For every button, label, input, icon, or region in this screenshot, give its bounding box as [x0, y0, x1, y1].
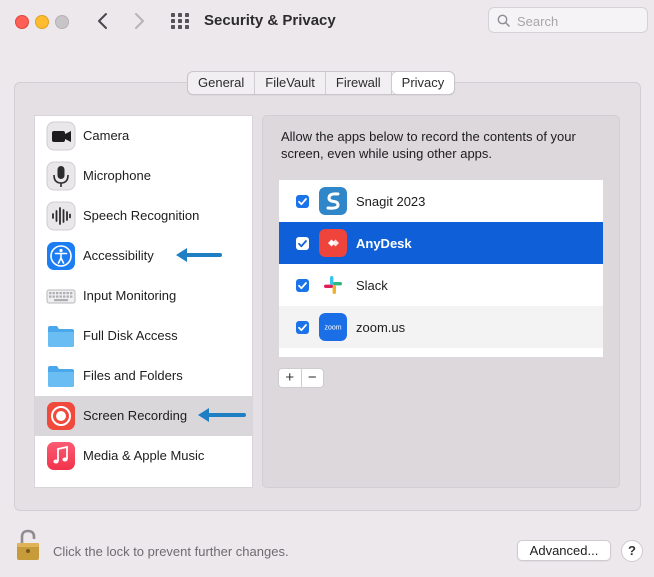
screen-recording-description: Allow the apps below to record the conte… — [281, 129, 576, 161]
sidebar-item-label: Screen Recording — [83, 408, 188, 423]
tab-privacy[interactable]: Privacy — [391, 72, 455, 94]
app-permission-list[interactable]: Snagit 2023 AnyDesk Slack zoom zoom.us — [279, 180, 603, 357]
sidebar-item-microphone[interactable]: Microphone — [35, 156, 252, 196]
accessibility-icon — [47, 242, 75, 270]
sidebar-item-label: Full Disk Access — [83, 328, 178, 343]
keyboard-icon — [46, 289, 76, 304]
tab-firewall[interactable]: Firewall — [326, 72, 392, 94]
checkmark-icon — [298, 324, 307, 332]
sidebar-item-files-and-folders[interactable]: Files and Folders — [35, 356, 252, 396]
privacy-category-list[interactable]: Camera Microphone Speech Recognition Acc… — [34, 115, 253, 488]
advanced-button[interactable]: Advanced... — [517, 540, 611, 561]
sidebar-item-camera[interactable]: Camera — [35, 116, 252, 156]
annotation-arrow-screen-recording — [198, 408, 246, 422]
folder-icon — [48, 366, 74, 387]
search-icon — [497, 14, 510, 27]
speech-recognition-icon — [46, 201, 76, 231]
add-remove-control: + − — [278, 368, 324, 388]
tab-general[interactable]: General — [188, 72, 256, 94]
snagit-icon — [319, 187, 347, 215]
app-name: Snagit 2023 — [356, 194, 426, 209]
back-button[interactable] — [92, 8, 114, 34]
chevron-right-icon — [135, 13, 144, 29]
app-checkbox[interactable] — [296, 321, 309, 334]
checkmark-icon — [298, 198, 307, 206]
app-checkbox[interactable] — [296, 237, 309, 250]
sidebar-item-media-apple-music[interactable]: Media & Apple Music — [35, 436, 252, 476]
checkmark-icon — [298, 240, 307, 248]
microphone-icon — [46, 161, 76, 191]
sidebar-item-label: Input Monitoring — [83, 288, 177, 303]
sidebar-item-speech-recognition[interactable]: Speech Recognition — [35, 196, 252, 236]
camera-icon — [46, 121, 76, 151]
chevron-left-icon — [98, 13, 107, 29]
sidebar-item-label: Accessibility — [83, 248, 154, 263]
remove-app-button[interactable]: − — [302, 369, 324, 387]
sidebar-item-label: Files and Folders — [83, 368, 183, 383]
zoom-icon: zoom — [319, 313, 347, 341]
app-name: zoom.us — [356, 320, 406, 335]
screen-recording-icon — [47, 402, 75, 430]
app-row-slack[interactable]: Slack — [279, 264, 603, 306]
app-row-snagit[interactable]: Snagit 2023 — [279, 180, 603, 222]
app-name: AnyDesk — [356, 236, 412, 251]
app-icon-partial — [46, 481, 76, 488]
lock-hint-text: Click the lock to prevent further change… — [53, 544, 289, 559]
search-input[interactable] — [515, 8, 647, 34]
lock-icon[interactable] — [15, 528, 45, 562]
music-icon — [47, 442, 75, 470]
folder-icon — [48, 326, 74, 347]
app-checkbox[interactable] — [296, 195, 309, 208]
show-all-button[interactable] — [170, 13, 190, 29]
app-row-zoom[interactable]: zoom zoom.us — [279, 306, 603, 348]
app-row-anydesk[interactable]: AnyDesk — [279, 222, 603, 264]
close-window-button[interactable] — [15, 15, 29, 29]
forward-button[interactable] — [128, 8, 150, 34]
sidebar-item-label: Microphone — [83, 168, 151, 183]
tab-bar: General FileVault Firewall Privacy — [187, 71, 456, 95]
grid-icon — [171, 13, 189, 29]
slack-icon — [319, 271, 347, 299]
app-name: Slack — [356, 278, 388, 293]
tab-filevault[interactable]: FileVault — [255, 72, 326, 94]
checkmark-icon — [298, 282, 307, 290]
minimize-window-button[interactable] — [35, 15, 49, 29]
add-app-button[interactable]: + — [279, 369, 302, 387]
zoom-window-button[interactable] — [55, 15, 69, 29]
window-title: Security & Privacy — [204, 12, 336, 29]
sidebar-item-label: Media & Apple Music — [83, 448, 205, 463]
search-field[interactable] — [488, 7, 648, 34]
sidebar-item-label: Speech Recognition — [83, 208, 200, 223]
sidebar-item-label: Camera — [83, 128, 130, 143]
sidebar-item-partial — [35, 476, 252, 488]
annotation-arrow-accessibility — [176, 248, 222, 262]
app-checkbox[interactable] — [296, 279, 309, 292]
anydesk-icon — [319, 229, 347, 257]
zoom-icon-text: zoom — [324, 325, 341, 332]
sidebar-item-input-monitoring[interactable]: Input Monitoring — [35, 276, 252, 316]
sidebar-item-full-disk-access[interactable]: Full Disk Access — [35, 316, 252, 356]
help-button[interactable]: ? — [621, 540, 643, 562]
